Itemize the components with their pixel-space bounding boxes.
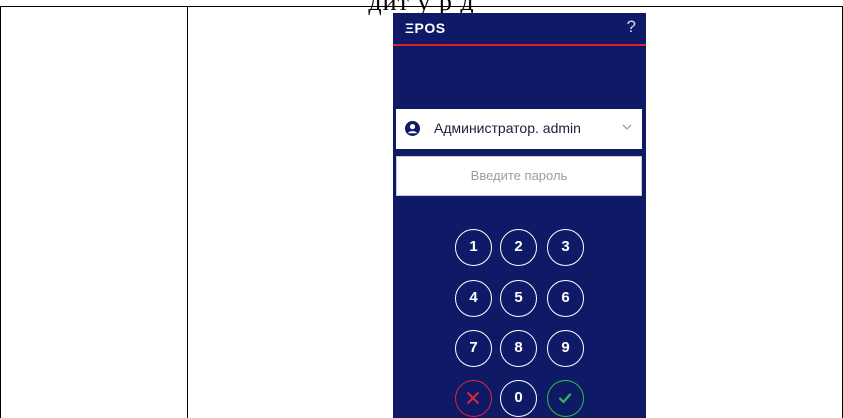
keypad-key-2[interactable]: 2 [500, 229, 537, 266]
keypad-cancel-button[interactable] [455, 380, 492, 417]
user-icon [405, 121, 420, 136]
user-select-value: Администратор. admin [434, 120, 581, 136]
pos-login-screen: ΞPOS ? Администратор. admin Введите паро… [393, 13, 646, 418]
keypad-key-3[interactable]: 3 [547, 229, 584, 266]
app-bar: ΞPOS ? [393, 13, 646, 46]
keypad-key-4[interactable]: 4 [455, 280, 492, 317]
help-button[interactable]: ? [627, 17, 636, 37]
app-logo: ΞPOS [405, 20, 446, 36]
chevron-down-icon [621, 120, 633, 132]
keypad-confirm-button[interactable] [547, 380, 584, 417]
table-column-divider [187, 6, 188, 418]
password-placeholder: Введите пароль [470, 168, 568, 183]
keypad-key-1[interactable]: 1 [455, 229, 492, 266]
keypad-key-9[interactable]: 9 [547, 330, 584, 367]
check-icon [558, 393, 572, 404]
password-input[interactable]: Введите пароль [396, 156, 642, 196]
keypad-key-5[interactable]: 5 [500, 280, 537, 317]
keypad-key-0[interactable]: 0 [500, 380, 537, 417]
user-select[interactable]: Администратор. admin [396, 109, 642, 149]
keypad-key-8[interactable]: 8 [500, 330, 537, 367]
keypad-key-6[interactable]: 6 [547, 280, 584, 317]
document-page: дит у р д ΞPOS ? Администратор. admin Вв… [0, 0, 843, 418]
close-icon [467, 392, 479, 404]
table-border-top [0, 6, 843, 7]
table-border-left [0, 6, 1, 418]
keypad-key-7[interactable]: 7 [455, 330, 492, 367]
